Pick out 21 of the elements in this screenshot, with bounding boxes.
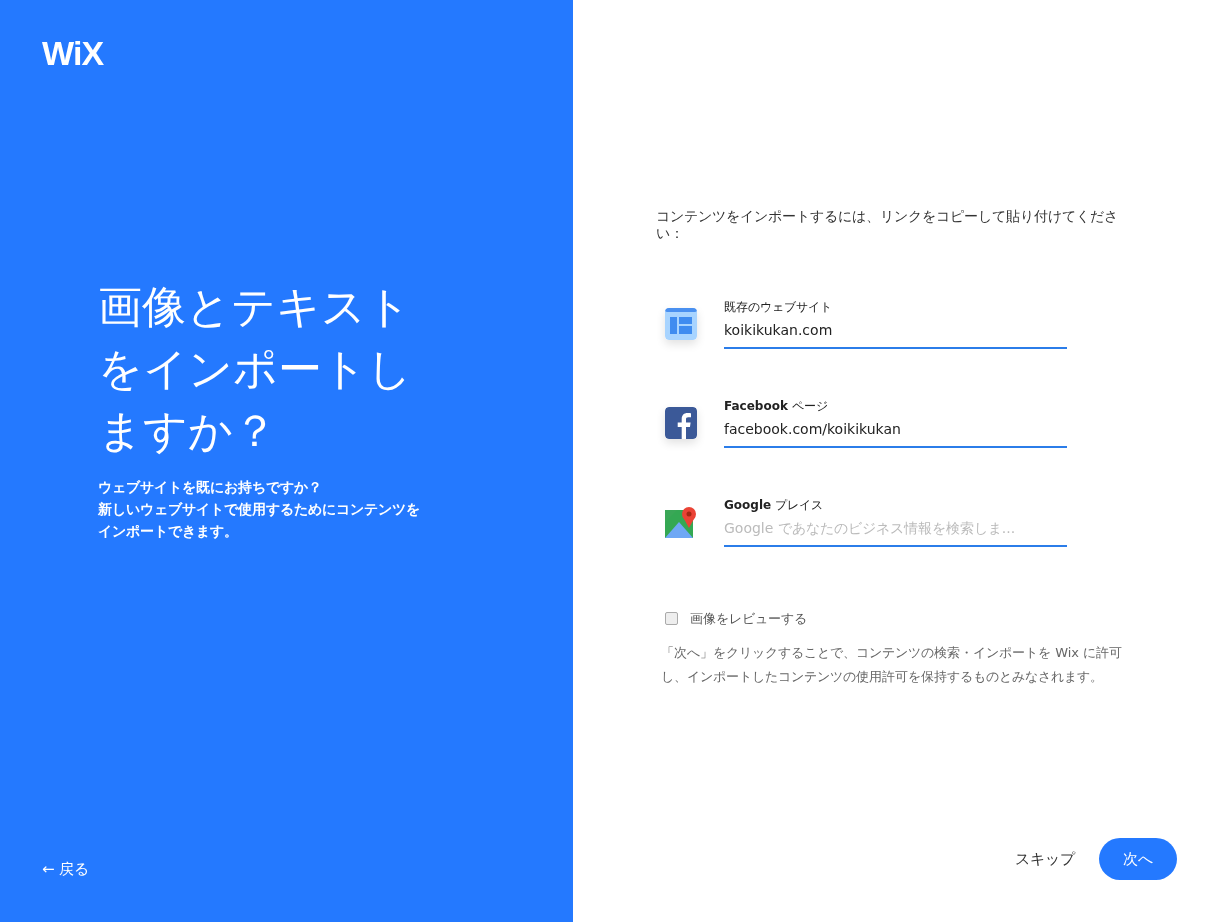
- checkbox-label: 画像をレビューする: [690, 610, 807, 628]
- input-field[interactable]: Google であなたのビジネス情報を検索しま...: [724, 518, 1067, 547]
- subtitle-text: インポートできます。: [98, 522, 239, 541]
- skip-button[interactable]: スキップ: [1015, 847, 1075, 871]
- field-label: Facebook ページ: [724, 398, 829, 415]
- field-label: 既存のウェブサイト: [724, 299, 833, 316]
- review-checkbox[interactable]: [665, 612, 678, 626]
- map-pin-icon: [665, 505, 697, 538]
- page-title: 画像とテキストをインポートしますか？: [98, 280, 413, 458]
- instruction-text: コンテンツをインポートするには、リンクをコピーして貼り付けてください：: [656, 208, 1119, 242]
- subtitle-text: 新しいウェブサイトで使用するためにコンテンツを: [98, 500, 421, 519]
- field-label: Google プレイス: [724, 497, 824, 514]
- back-link[interactable]: ← 戻る: [42, 857, 90, 880]
- subtitle-text: ウェブサイトを既にお持ちですか？: [98, 478, 323, 497]
- input-field[interactable]: koikikukan.com: [724, 320, 1067, 349]
- disclaimer-text: 「次へ」をクリックすることで、コンテンツの検索・インポートを Wix に許可し、インポートしたコンテンツの使用許可を保持するものとみなされます。: [661, 643, 1124, 686]
- logo: WiX: [42, 36, 104, 70]
- next-button[interactable]: 次へ: [1099, 838, 1177, 880]
- website-layout-icon: [665, 307, 697, 340]
- input-field[interactable]: facebook.com/koikikukan: [724, 419, 1067, 448]
- facebook-icon: [665, 406, 697, 439]
